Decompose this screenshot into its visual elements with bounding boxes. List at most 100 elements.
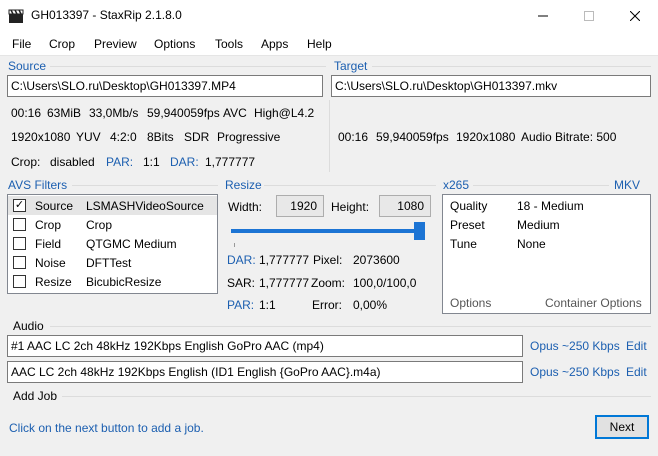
encoder-row-quality[interactable]: Quality 18 - Medium	[443, 196, 650, 215]
zoom-label: Zoom:	[311, 276, 346, 290]
close-icon	[630, 11, 640, 21]
source-duration: 00:16	[11, 106, 42, 120]
encoder-row-preset[interactable]: Preset Medium	[443, 215, 650, 234]
menu-tools[interactable]: Tools	[215, 37, 243, 51]
checkbox-checked-icon[interactable]: ✓	[13, 199, 26, 212]
menu-preview[interactable]: Preview	[94, 37, 137, 51]
menu-file[interactable]: File	[12, 37, 31, 51]
container-options-link[interactable]: Container Options	[545, 296, 642, 310]
encoder-key: Preset	[450, 218, 485, 232]
menu-options[interactable]: Options	[154, 37, 195, 51]
resize-slider-fill	[231, 229, 423, 233]
add-job-hint: Click on the next button to add a job.	[9, 421, 204, 435]
filter-name: Field	[35, 237, 62, 251]
source-codec: AVC	[223, 106, 247, 120]
next-button[interactable]: Next	[595, 415, 649, 439]
window-title: GH013397 - StaxRip 2.1.8.0	[31, 8, 182, 22]
checkbox-icon[interactable]	[13, 218, 26, 231]
resize-dar-value: 1,777777	[259, 253, 310, 267]
source-profile: High@L4.2	[254, 106, 315, 120]
filters-list[interactable]: ✓ Source LSMASHVideoSource Crop Crop Fie…	[7, 194, 218, 294]
zoom-value: 100,0/100,0	[353, 276, 417, 290]
audio-track-1-field[interactable]: #1 AAC LC 2ch 48kHz 192Kbps English GoPr…	[7, 335, 523, 357]
target-fps: 59,940059fps	[376, 130, 449, 144]
target-audio-bitrate: Audio Bitrate: 500	[521, 130, 617, 144]
resize-par-value: 1:1	[259, 298, 276, 312]
menu-bar: File Crop Preview Options Tools Apps Hel…	[0, 32, 658, 56]
audio-track-2-field[interactable]: AAC LC 2ch 48kHz 192Kbps English (ID1 En…	[7, 361, 523, 383]
dar-value: 1,777777	[205, 155, 256, 169]
encoder-row-tune[interactable]: Tune None	[443, 234, 650, 253]
source-group-label: Source	[8, 59, 47, 73]
title-bar: GH013397 - StaxRip 2.1.8.0	[0, 0, 658, 32]
target-path-field[interactable]: C:\Users\SLO.ru\Desktop\GH013397.mkv	[331, 75, 651, 97]
audio-track-1-edit-link[interactable]: Edit	[626, 339, 647, 353]
filter-row-noise[interactable]: Noise DFTTest	[8, 253, 217, 272]
source-dynamic-range: SDR	[184, 130, 210, 144]
filter-row-crop[interactable]: Crop Crop	[8, 215, 217, 234]
encoder-group-label[interactable]: x265	[443, 178, 469, 192]
audio-divider	[50, 326, 651, 327]
resize-divider	[264, 185, 436, 186]
encoder-value: Medium	[517, 218, 560, 232]
menu-crop[interactable]: Crop	[49, 37, 75, 51]
target-duration: 00:16	[338, 130, 369, 144]
minimize-button[interactable]	[520, 0, 566, 32]
checkbox-icon[interactable]	[13, 237, 26, 250]
resize-slider-ticks	[234, 243, 420, 247]
audio-track-1-codec-link[interactable]: Opus ~250 Kbps	[530, 339, 620, 353]
source-chroma: 4:2:0	[110, 130, 137, 144]
sar-value: 1,777777	[259, 276, 310, 290]
encoder-options-link[interactable]: Options	[450, 296, 491, 310]
filter-value: QTGMC Medium	[86, 237, 177, 251]
crop-value: disabled	[50, 155, 95, 169]
target-group-label: Target	[334, 59, 368, 73]
close-button[interactable]	[612, 0, 658, 32]
source-bitdepth: 8Bits	[147, 130, 174, 144]
audio-group-label: Audio	[13, 319, 44, 333]
encoder-key: Quality	[450, 199, 488, 213]
encoder-key: Tune	[450, 237, 477, 251]
audio-track-2-edit-link[interactable]: Edit	[626, 365, 647, 379]
source-bitrate: 33,0Mb/s	[89, 106, 139, 120]
height-input[interactable]: 1080	[379, 195, 431, 217]
dar-link[interactable]: DAR:	[170, 155, 199, 169]
resize-par-link[interactable]: PAR:	[227, 298, 254, 312]
pixel-value: 2073600	[353, 253, 400, 267]
encoder-value: None	[517, 237, 546, 251]
menu-apps[interactable]: Apps	[261, 37, 288, 51]
source-colorspace: YUV	[76, 130, 101, 144]
audio-track-2-codec-link[interactable]: Opus ~250 Kbps	[530, 365, 620, 379]
maximize-button[interactable]	[566, 0, 612, 32]
par-link[interactable]: PAR:	[106, 155, 133, 169]
height-label: Height:	[331, 200, 370, 214]
source-divider	[50, 66, 326, 67]
source-fps: 59,940059fps	[147, 106, 220, 120]
source-path-field[interactable]: C:\Users\SLO.ru\Desktop\GH013397.MP4	[7, 75, 323, 97]
menu-help[interactable]: Help	[307, 37, 332, 51]
target-divider	[372, 66, 651, 67]
filters-group-label: AVS Filters	[8, 178, 68, 192]
resize-group-label: Resize	[225, 178, 262, 192]
filter-value: LSMASHVideoSource	[86, 199, 204, 213]
target-resolution: 1920x1080	[456, 130, 516, 144]
source-scan-type: Progressive	[217, 130, 281, 144]
checkbox-icon[interactable]	[13, 256, 26, 269]
checkbox-icon[interactable]	[13, 275, 26, 288]
width-input[interactable]: 1920	[276, 195, 324, 217]
filter-row-resize[interactable]: Resize BicubicResize	[8, 272, 217, 291]
minimize-icon	[538, 15, 548, 17]
clapperboard-icon	[8, 9, 24, 23]
filter-row-field[interactable]: Field QTGMC Medium	[8, 234, 217, 253]
resize-slider-thumb[interactable]	[414, 222, 425, 240]
target-left-border	[329, 100, 330, 172]
resize-dar-link[interactable]: DAR:	[227, 253, 256, 267]
maximize-icon	[584, 11, 594, 21]
filter-name: Crop	[35, 218, 62, 232]
encoder-value: 18 - Medium	[517, 199, 584, 213]
filter-name: Source	[35, 199, 74, 213]
container-label[interactable]: MKV	[614, 178, 640, 192]
crop-label: Crop:	[11, 155, 41, 169]
filter-row-source[interactable]: ✓ Source LSMASHVideoSource	[8, 196, 217, 215]
add-job-divider	[62, 396, 651, 397]
